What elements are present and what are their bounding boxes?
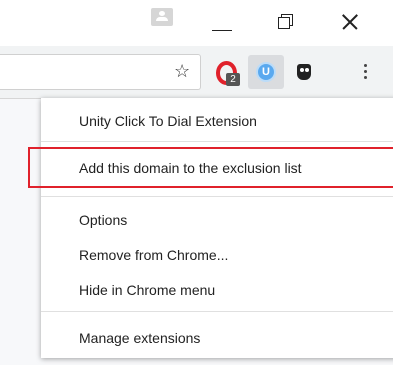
close-icon[interactable] [340, 12, 360, 32]
star-icon[interactable]: ☆ [174, 62, 190, 80]
menu-item-options[interactable]: Options [79, 212, 127, 228]
restore-icon[interactable] [278, 14, 294, 30]
address-bar[interactable] [0, 54, 201, 90]
kebab-menu-icon[interactable] [364, 64, 368, 82]
menu-item-manage-extensions[interactable]: Manage extensions [79, 330, 200, 346]
profile-button[interactable] [151, 8, 173, 26]
menu-item-remove-from-chrome[interactable]: Remove from Chrome... [79, 247, 228, 263]
menu-divider [41, 196, 393, 197]
menu-divider [41, 311, 393, 312]
title-bar [0, 0, 393, 46]
extension-badge: 2 [226, 73, 240, 86]
menu-title[interactable]: Unity Click To Dial Extension [79, 113, 257, 129]
extension-context-menu: Unity Click To Dial Extension Add this d… [41, 98, 393, 358]
person-icon [159, 11, 165, 16]
owl-extension-icon[interactable] [296, 62, 312, 80]
opera-extension-icon[interactable]: 2 [216, 61, 240, 86]
menu-item-hide-in-chrome-menu[interactable]: Hide in Chrome menu [79, 282, 215, 298]
menu-divider [41, 141, 393, 142]
unity-extension-icon[interactable]: U [256, 62, 276, 82]
annotation-highlight-box [28, 147, 393, 188]
minimize-icon[interactable] [212, 30, 232, 31]
browser-toolbar [0, 46, 393, 98]
